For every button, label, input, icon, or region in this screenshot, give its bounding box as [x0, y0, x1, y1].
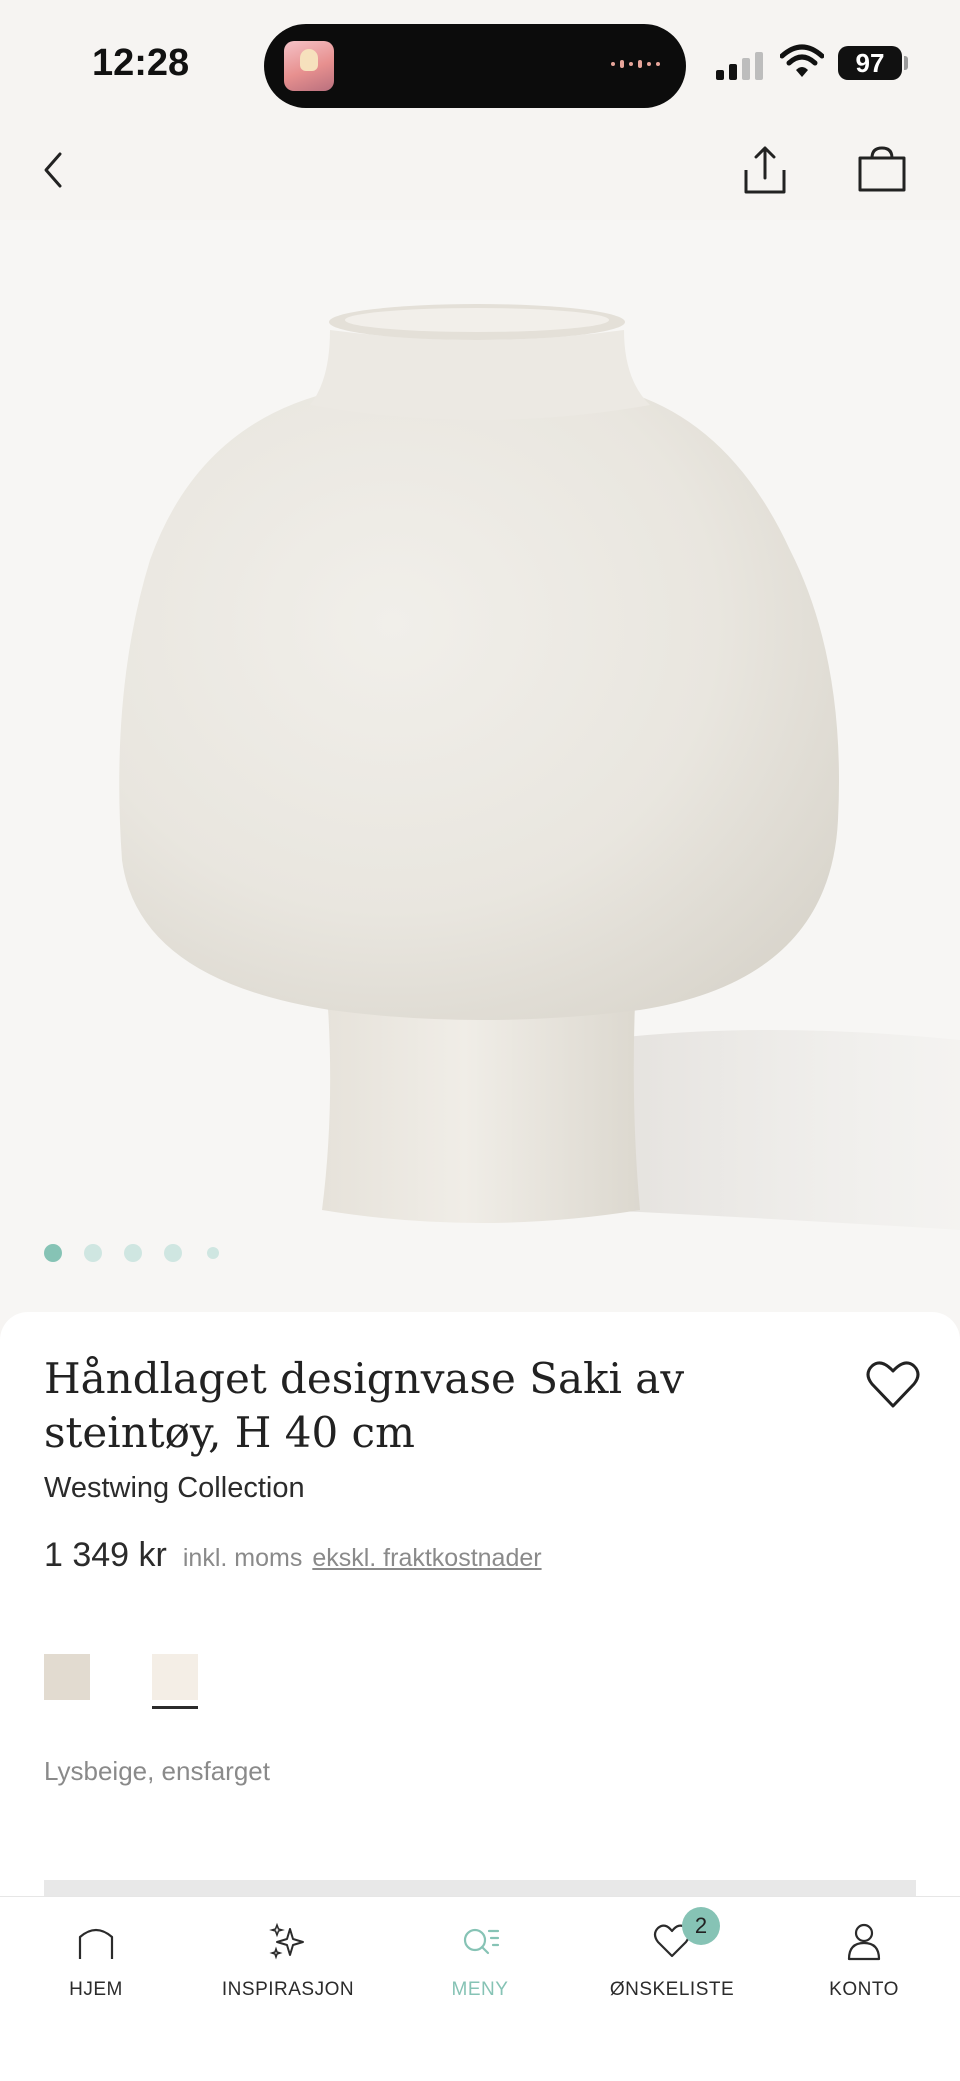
shopping-bag-icon[interactable]	[854, 140, 910, 200]
wishlist-heart-icon[interactable]	[862, 1354, 924, 1416]
tab-inspiration[interactable]: INSPIRASJON	[192, 1897, 384, 2007]
tab-home[interactable]: HJEM	[0, 1897, 192, 2007]
color-swatch[interactable]	[44, 1654, 90, 1700]
back-button[interactable]	[32, 140, 76, 200]
image-pagination[interactable]	[44, 1244, 219, 1262]
pagination-dot[interactable]	[164, 1244, 182, 1262]
battery-tip	[904, 56, 908, 70]
pagination-dot[interactable]	[44, 1244, 62, 1262]
pagination-dot[interactable]	[84, 1244, 102, 1262]
tab-menu[interactable]: MENY	[384, 1897, 576, 2007]
wishlist-count-badge: 2	[682, 1907, 720, 1945]
tab-label: HJEM	[69, 1979, 123, 2000]
now-playing-artwork	[284, 41, 334, 91]
wifi-icon	[780, 44, 824, 77]
cellular-signal-icon	[716, 50, 766, 80]
product-page: 12:28 97 Håndlaget designvase Saki av st…	[0, 0, 960, 2081]
price-row: 1 349 kr inkl. moms ekskl. fraktkostnade…	[44, 1536, 542, 1575]
bottom-tab-bar: HJEM INSPIRASJON MENY 2 ØNSKELISTE KONTO	[0, 1896, 960, 2081]
audio-waveform-icon	[611, 60, 660, 68]
product-image[interactable]	[0, 220, 960, 1320]
search-menu-icon	[463, 1928, 500, 1955]
dynamic-island[interactable]	[264, 24, 686, 108]
battery-level: 97	[838, 46, 902, 80]
brand-name[interactable]: Westwing Collection	[44, 1472, 305, 1505]
share-button[interactable]	[738, 140, 792, 200]
sparkles-icon	[269, 1922, 304, 1960]
selected-swatch-indicator	[152, 1706, 198, 1709]
pagination-dot[interactable]	[124, 1244, 142, 1262]
color-label: Lysbeige, ensfarget	[44, 1756, 270, 1786]
tab-wishlist[interactable]: 2 ØNSKELISTE	[576, 1897, 768, 2007]
tab-account[interactable]: KONTO	[768, 1897, 960, 2007]
status-time: 12:28	[92, 42, 190, 84]
color-swatch-selected[interactable]	[152, 1654, 198, 1700]
status-bar: 12:28 97	[0, 0, 960, 120]
tab-label: ØNSKELISTE	[609, 1979, 735, 2000]
vat-note: inkl. moms	[182, 1544, 303, 1572]
tab-label: MENY	[451, 1979, 509, 2000]
product-title: Håndlaget designvase Saki av steintøy, H…	[44, 1354, 685, 1457]
user-icon	[847, 1923, 881, 1961]
price: 1 349 kr	[44, 1536, 167, 1574]
pagination-dot[interactable]	[207, 1247, 219, 1259]
tab-label: INSPIRASJON	[221, 1979, 355, 2000]
shipping-link[interactable]: ekskl. fraktkostnader	[312, 1544, 541, 1573]
tab-label: KONTO	[829, 1979, 899, 2000]
home-icon	[78, 1928, 114, 1959]
